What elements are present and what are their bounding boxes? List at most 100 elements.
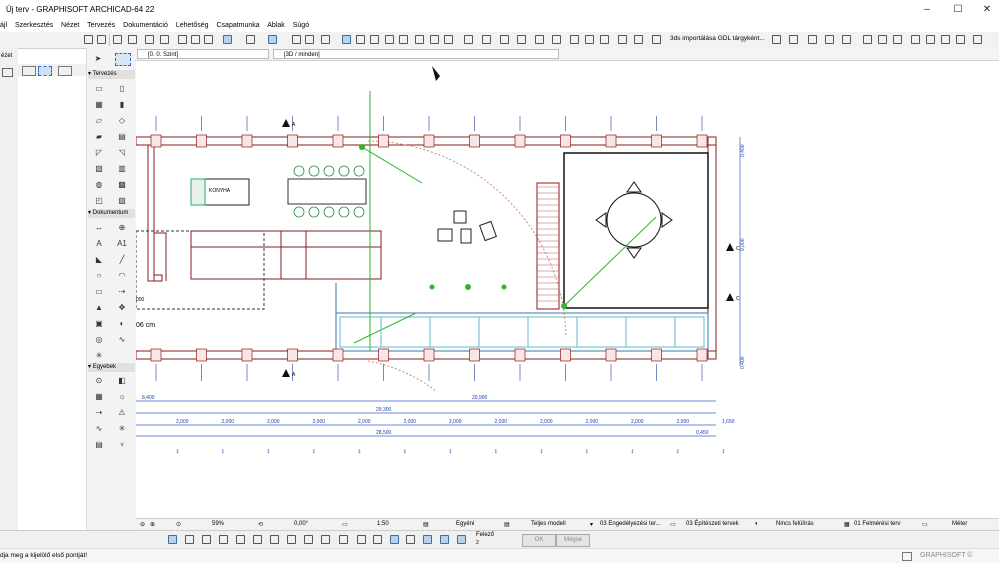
spline-icon[interactable] (357, 535, 366, 544)
tab-3d-view[interactable]: [3D / minden] (273, 49, 559, 59)
scale-icon[interactable]: ▭ (342, 521, 348, 528)
fillet-icon[interactable] (399, 35, 408, 44)
design-tools-icon-7[interactable]: ▤ (117, 132, 127, 141)
other-tools-icon-4[interactable]: ⇢ (94, 408, 104, 417)
print-icon[interactable] (128, 35, 137, 44)
rotated-select-icon[interactable] (58, 66, 72, 76)
offset-point-icon[interactable] (253, 535, 262, 544)
menu-view[interactable]: Nézet (61, 22, 79, 29)
marquee-select-icon[interactable] (38, 66, 52, 76)
menu-options[interactable]: Lehetőség (176, 22, 209, 29)
tab-floor-plan[interactable]: [0. 0. Szint] (137, 49, 269, 59)
rect-select-icon[interactable] (2, 68, 13, 77)
other-tools-icon-8[interactable]: ▤ (94, 440, 104, 449)
gravity-icon[interactable] (268, 35, 277, 44)
close-button[interactable]: ✕ (978, 3, 996, 17)
curve-icon[interactable] (321, 535, 330, 544)
mirror-icon[interactable] (825, 35, 834, 44)
override-value[interactable]: Nincs felülírás (776, 521, 814, 527)
arrange-front-icon[interactable] (863, 35, 872, 44)
document-tools-icon-7[interactable]: ◠ (117, 271, 127, 280)
align-left-icon[interactable] (772, 35, 781, 44)
save-icon[interactable] (113, 35, 122, 44)
other-tools-icon-3[interactable]: ☼ (117, 392, 127, 401)
rotate-icon[interactable] (842, 35, 851, 44)
import-3ds-icon[interactable] (652, 35, 661, 44)
survey-value[interactable]: 01 Felmérési terv (854, 521, 900, 527)
design-tools-icon-12[interactable]: ◍ (94, 180, 104, 189)
design-tools-icon-1[interactable]: ▯ (117, 84, 127, 93)
paste-icon[interactable] (160, 35, 169, 44)
label-icon[interactable] (600, 35, 609, 44)
align-center-icon[interactable] (789, 35, 798, 44)
trim-icon[interactable] (415, 35, 424, 44)
layer-value[interactable]: Egyéni (456, 521, 474, 527)
minimize-button[interactable]: – (918, 3, 936, 17)
snap-mode-icon[interactable] (168, 535, 177, 544)
view-icon[interactable] (321, 35, 330, 44)
roof-icon[interactable] (464, 35, 473, 44)
document-tools-icon-15[interactable]: ∿ (117, 335, 127, 344)
document-tools-icon-8[interactable]: ▭ (94, 287, 104, 296)
design-tools-icon-6[interactable]: ▰ (94, 132, 104, 141)
marquee-icon[interactable] (342, 35, 351, 44)
rotate-view-icon[interactable]: ⟲ (258, 521, 263, 528)
ok-button[interactable]: OK (522, 534, 556, 547)
zone-icon[interactable] (585, 35, 594, 44)
other-tools-icon-6[interactable]: ∿ (94, 424, 104, 433)
model-icon[interactable]: ▤ (504, 521, 510, 528)
layer-combo-icon[interactable]: ▤ (423, 521, 429, 528)
tangent-icon[interactable] (287, 535, 296, 544)
document-tools-icon-6[interactable]: ○ (94, 271, 104, 280)
design-tools-icon-3[interactable]: ▮ (117, 100, 127, 109)
design-tools-icon-5[interactable]: ◇ (117, 116, 127, 125)
trace-icon[interactable] (292, 35, 301, 44)
adjust-icon[interactable] (356, 35, 365, 44)
lock-icon[interactable] (926, 35, 935, 44)
menu-teamwork[interactable]: Csapatmunka (217, 22, 260, 29)
angle-snap-icon[interactable] (270, 535, 279, 544)
grid-icon[interactable] (482, 35, 491, 44)
copy-icon[interactable] (145, 35, 154, 44)
model-value[interactable]: Teljes modell (531, 521, 566, 527)
offset-icon[interactable] (430, 35, 439, 44)
scale-value[interactable]: 1:50 (377, 521, 389, 527)
document-tools-icon-3[interactable]: A1 (117, 239, 127, 248)
other-tools-icon-5[interactable]: ⚠ (117, 408, 127, 417)
document-tools-icon-2[interactable]: A (94, 239, 104, 248)
floor-plan-canvas[interactable]: 2,000 ‡ 2,000 ‡ 2,000 ‡ 2,000 ‡ 2,000 ‡ 2,000 ‡ 2,00… (136, 61, 999, 518)
document-tools-icon-10[interactable]: ▲ (94, 303, 104, 312)
menu-file[interactable]: ájl (0, 22, 7, 29)
layers-icon[interactable] (305, 35, 314, 44)
design-tools-icon-2[interactable]: ▦ (94, 100, 104, 109)
perpendicular-icon[interactable] (202, 535, 211, 544)
pen-set-icon[interactable]: ▾ (590, 521, 593, 528)
other-tools-icon-2[interactable]: ▦ (94, 392, 104, 401)
design-tools-icon-13[interactable]: ▩ (117, 180, 127, 189)
parallel-icon[interactable] (219, 535, 228, 544)
other-tools-icon-7[interactable]: ✳ (117, 424, 127, 433)
other-section-header[interactable]: ▾ Egyebek (88, 363, 135, 372)
design-tools-icon-14[interactable]: ◰ (94, 196, 104, 205)
document-tools-icon-12[interactable]: ▣ (94, 319, 104, 328)
menu-document[interactable]: Dokumentáció (123, 22, 168, 29)
menu-edit[interactable]: Szerkesztés (15, 22, 53, 29)
zoom-out-icon[interactable]: ⊕ (150, 521, 155, 528)
document-tools-icon-0[interactable]: ↔ (94, 223, 104, 232)
document-tools-icon-4[interactable]: ◣ (94, 255, 104, 264)
line-constraint-icon[interactable] (185, 535, 194, 544)
document-tools-icon-16[interactable]: ✳ (94, 351, 104, 360)
find-select-icon[interactable] (178, 35, 187, 44)
guide-snap-icon[interactable] (440, 535, 449, 544)
dimension-icon[interactable]: ▭ (922, 521, 928, 528)
intersect-icon[interactable] (385, 35, 394, 44)
zoom-in-icon[interactable]: ⊖ (140, 521, 145, 528)
document-tools-icon-5[interactable]: ╱ (117, 255, 127, 264)
maximize-button[interactable]: ☐ (949, 3, 967, 17)
redo-icon[interactable] (97, 35, 106, 44)
ungroup-icon[interactable] (911, 35, 920, 44)
other-tools-icon-0[interactable]: ⊙ (94, 376, 104, 385)
simple-select-icon[interactable] (22, 66, 36, 76)
document-tools-icon-11[interactable]: ✥ (117, 303, 127, 312)
snap-guides-icon[interactable] (246, 35, 255, 44)
